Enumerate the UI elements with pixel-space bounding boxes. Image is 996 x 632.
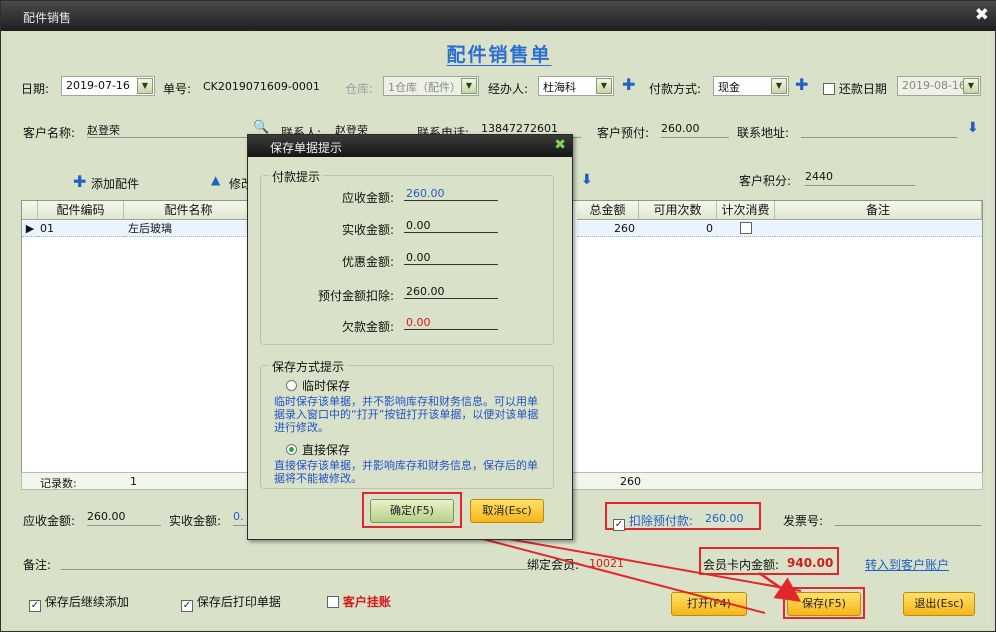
save-mode-group-caption: 保存方式提示 — [269, 358, 348, 375]
dlg-actual-label: 实收金额: — [342, 223, 395, 237]
dialog-ok-button[interactable]: 确定(F5) — [370, 499, 454, 523]
dlg-receivable-label: 应收金额: — [342, 191, 395, 205]
sales-window: 配件销售 ✖ 配件销售单 日期: 2019-07-16 ▼ 单号: CK2019… — [0, 0, 996, 632]
temp-save-radio[interactable] — [286, 380, 297, 391]
direct-save-label: 直接保存 — [302, 443, 351, 457]
dialog-title: 保存单据提示 — [270, 141, 343, 155]
direct-save-option[interactable]: 直接保存 — [286, 441, 350, 458]
temp-save-note: 临时保存该单据，并不影响库存和财务信息。可以用单据录入窗口中的“打开”按钮打开该… — [274, 395, 539, 434]
dlg-actual-value: 0.00 — [404, 219, 498, 233]
dialog-cancel-button[interactable]: 取消(Esc) — [470, 499, 544, 523]
arrow-card-to-save — [758, 571, 802, 602]
save-prompt-dialog: 保存单据提示 ✖ 付款提示 应收金额: 260.00 实收金额: 0.00 优惠… — [247, 134, 573, 540]
dialog-close-icon[interactable]: ✖ — [554, 137, 566, 153]
temp-save-label: 临时保存 — [302, 379, 351, 393]
payment-group-caption: 付款提示 — [269, 168, 324, 185]
direct-save-radio[interactable] — [286, 444, 297, 455]
dlg-receivable-value: 260.00 — [404, 187, 498, 201]
dlg-discount-value: 0.00 — [404, 251, 498, 265]
dialog-title-bar: 保存单据提示 ✖ — [248, 135, 572, 157]
dlg-prepay-deduct-value: 260.00 — [404, 285, 498, 299]
dlg-discount-label: 优惠金额: — [342, 255, 395, 269]
direct-save-note: 直接保存该单据，并影响库存和财务信息，保存后的单据将不能被修改。 — [274, 459, 538, 485]
dlg-debt-value: 0.00 — [404, 316, 498, 330]
dlg-debt-label: 欠款金额: — [342, 320, 395, 334]
temp-save-option[interactable]: 临时保存 — [286, 377, 350, 394]
dlg-prepay-deduct-label: 预付金额扣除: — [318, 289, 395, 303]
